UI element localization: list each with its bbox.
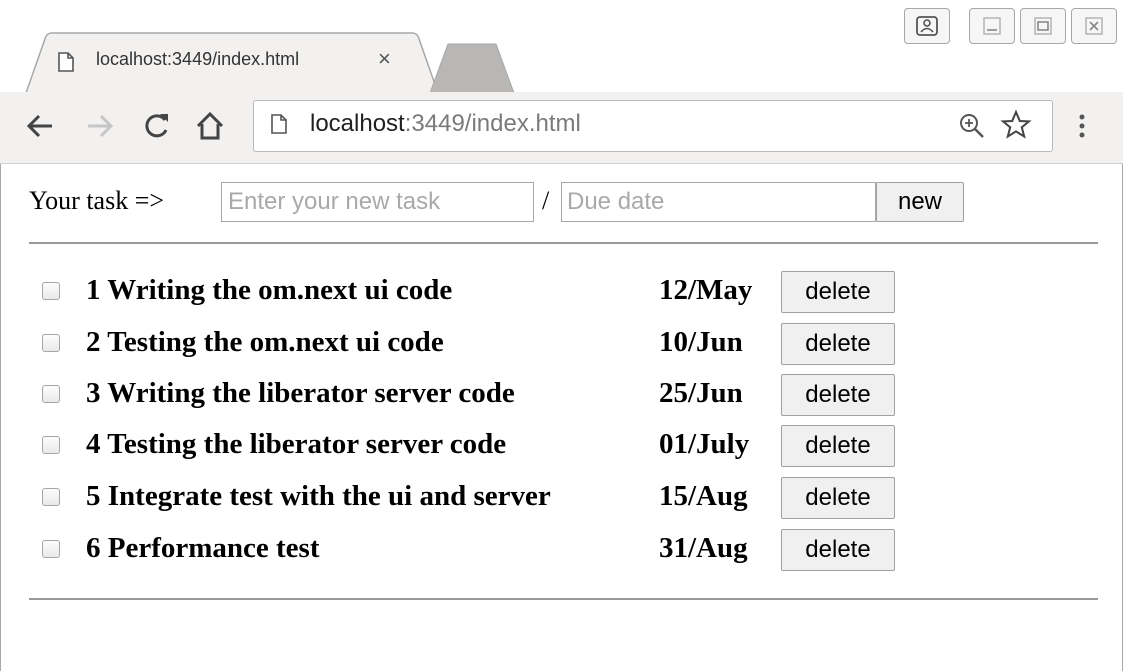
task-input[interactable] <box>221 182 534 222</box>
separator-text: / <box>542 186 550 215</box>
new-task-button[interactable]: new <box>876 182 964 222</box>
task-name: 6 Performance test <box>86 532 320 564</box>
task-checkbox[interactable] <box>42 282 60 300</box>
task-row: 5 Integrate test with the ui and server … <box>0 477 1123 521</box>
home-icon[interactable] <box>192 108 228 144</box>
zoom-icon[interactable] <box>957 111 987 141</box>
divider-top <box>29 242 1098 244</box>
reload-icon[interactable] <box>138 108 174 144</box>
task-due-date: 10/Jun <box>659 326 743 358</box>
minimize-icon[interactable] <box>969 8 1015 44</box>
delete-button[interactable]: delete <box>781 529 895 571</box>
task-checkbox[interactable] <box>42 334 60 352</box>
maximize-icon[interactable] <box>1020 8 1066 44</box>
due-date-input[interactable] <box>561 182 876 222</box>
forward-arrow-icon[interactable] <box>82 108 118 144</box>
delete-button[interactable]: delete <box>781 271 895 313</box>
task-label: Your task => <box>29 186 165 215</box>
delete-button[interactable]: delete <box>781 374 895 416</box>
task-row: 4 Testing the liberator server code 01/J… <box>0 425 1123 469</box>
url-path: :3449/index.html <box>404 110 581 137</box>
task-row: 3 Writing the liberator server code 25/J… <box>0 374 1123 418</box>
page-icon <box>271 114 287 134</box>
url-text[interactable]: localhost:3449/index.html <box>310 110 581 138</box>
task-name: 4 Testing the liberator server code <box>86 428 507 460</box>
task-checkbox[interactable] <box>42 540 60 558</box>
task-row: 6 Performance test 31/Aug delete <box>0 529 1123 573</box>
delete-button[interactable]: delete <box>781 425 895 467</box>
task-due-date: 01/July <box>659 428 750 460</box>
delete-button[interactable]: delete <box>781 323 895 365</box>
task-checkbox[interactable] <box>42 385 60 403</box>
task-name: 2 Testing the om.next ui code <box>86 326 444 358</box>
menu-icon[interactable] <box>1072 110 1092 142</box>
tab-title: localhost:3449/index.html <box>96 49 300 69</box>
close-icon[interactable] <box>1071 8 1117 44</box>
star-icon[interactable] <box>1000 109 1032 141</box>
task-due-date: 15/Aug <box>659 480 748 512</box>
tab-close-icon[interactable]: × <box>378 48 391 70</box>
task-due-date: 12/May <box>659 274 753 306</box>
task-checkbox[interactable] <box>42 488 60 506</box>
task-row: 1 Writing the om.next ui code 12/May del… <box>0 271 1123 315</box>
task-name: 1 Writing the om.next ui code <box>86 274 453 306</box>
task-due-date: 25/Jun <box>659 377 743 409</box>
task-checkbox[interactable] <box>42 436 60 454</box>
back-arrow-icon[interactable] <box>22 108 58 144</box>
new-tab-button[interactable] <box>426 44 504 74</box>
task-due-date: 31/Aug <box>659 532 748 564</box>
task-row: 2 Testing the om.next ui code 10/Jun del… <box>0 323 1123 367</box>
task-name: 5 Integrate test with the ui and server <box>86 480 551 512</box>
page-icon <box>58 52 74 72</box>
divider-bottom <box>29 598 1098 600</box>
user-icon[interactable] <box>904 8 950 44</box>
url-host: localhost <box>310 110 405 137</box>
delete-button[interactable]: delete <box>781 477 895 519</box>
task-name: 3 Writing the liberator server code <box>86 377 515 409</box>
